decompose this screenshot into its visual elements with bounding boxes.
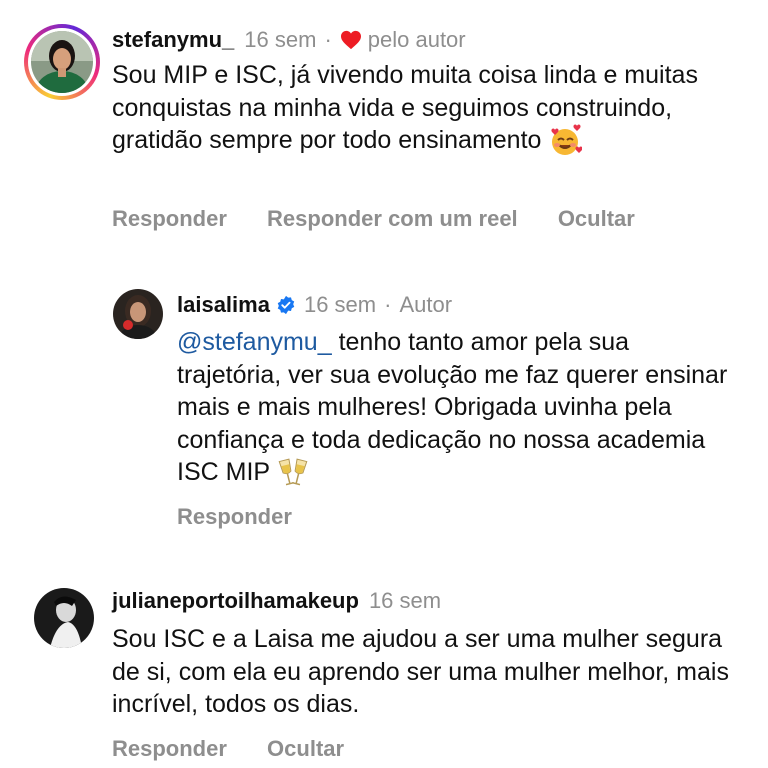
reply-with-reel-button[interactable]: Responder com um reel — [267, 206, 518, 231]
mention-link[interactable]: @stefanymu_ — [177, 328, 332, 356]
comment-body: Sou ISC e a Laisa me ajudou a ser uma mu… — [112, 625, 729, 718]
avatar-julianeportoilhamakeup[interactable] — [34, 588, 94, 648]
username[interactable]: laisalima — [177, 292, 270, 318]
heart-icon — [340, 30, 361, 50]
smiling-face-with-hearts-icon — [551, 124, 583, 156]
author-label: Autor — [399, 292, 453, 317]
comment-actions: Responder Responder com um reel Ocultar — [112, 206, 669, 232]
reply-button[interactable]: Responder — [177, 504, 292, 529]
verified-badge-icon — [277, 295, 295, 315]
comment-actions: Responder — [177, 504, 326, 530]
comment-actions: Responder Ocultar — [112, 736, 378, 762]
avatar-stefanymu[interactable] — [31, 31, 93, 93]
comment-body: Sou MIP e ISC, já vivendo muita coisa li… — [112, 61, 698, 154]
avatar-laisalima[interactable] — [113, 289, 163, 339]
comment-header: laisalima 16 sem · Autor — [177, 292, 452, 318]
liked-by-author-label: pelo autor — [367, 27, 466, 52]
reply-button[interactable]: Responder — [112, 736, 227, 761]
clinking-glasses-icon — [278, 458, 307, 486]
username[interactable]: stefanymu_ — [112, 27, 234, 53]
separator-dot: · — [324, 27, 332, 52]
separator-dot: · — [384, 292, 392, 317]
timestamp: 16 sem — [368, 588, 442, 613]
comment-text: Sou MIP e ISC, já vivendo muita coisa li… — [112, 59, 712, 158]
comment-text: @stefanymu_ tenho tanto amor pela sua tr… — [177, 326, 737, 490]
username[interactable]: julianeportoilhamakeup — [112, 588, 359, 614]
comment-text: Sou ISC e a Laisa me ajudou a ser uma mu… — [112, 623, 752, 721]
comment-header: stefanymu_ 16 sem · pelo autor — [112, 27, 466, 53]
timestamp: 16 sem — [244, 27, 317, 52]
hide-button[interactable]: Ocultar — [267, 736, 344, 761]
comment-header: julianeportoilhamakeup 16 sem — [112, 588, 441, 614]
timestamp: 16 sem — [303, 292, 377, 317]
hide-button[interactable]: Ocultar — [558, 206, 635, 231]
reply-button[interactable]: Responder — [112, 206, 227, 231]
